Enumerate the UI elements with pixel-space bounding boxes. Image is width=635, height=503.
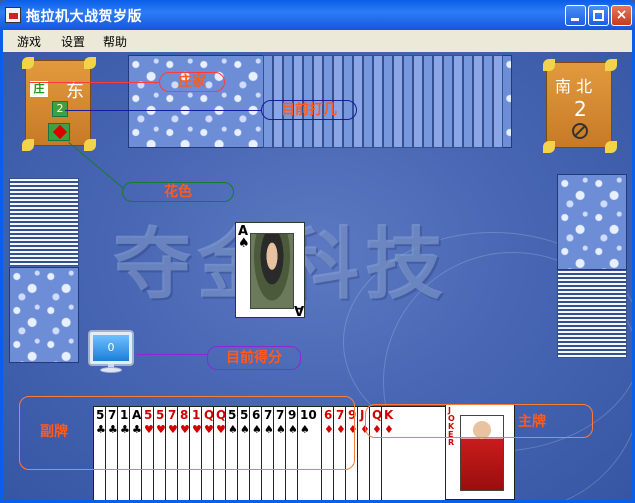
score-monitor: 0	[88, 330, 134, 366]
annotation-current-level: 目前打几	[261, 100, 357, 120]
menu-settings[interactable]: 设置	[61, 33, 85, 50]
played-card-rank-bottom: A	[294, 302, 305, 317]
corner-ornament	[605, 141, 617, 153]
corner-ornament	[605, 59, 617, 71]
card-back-edge	[473, 55, 483, 148]
card-portrait	[250, 233, 294, 309]
card-back-edge	[453, 55, 463, 148]
played-card: A ♠ A	[235, 222, 305, 318]
card-back-edge	[383, 55, 393, 148]
dealer-seat: 东	[66, 81, 84, 102]
annotation-dealer-line	[29, 82, 159, 83]
trump-suit-indicator	[48, 123, 70, 141]
current-rank: 2	[52, 101, 68, 117]
team-level: 2	[574, 97, 587, 121]
close-button[interactable]: ×	[611, 5, 632, 26]
minimize-button[interactable]	[565, 5, 586, 26]
level-info-panel: 南 北 2	[543, 59, 617, 153]
diamond-icon	[52, 124, 68, 140]
annotation-trump-cards: 主牌	[365, 404, 593, 438]
card-back-edge	[483, 55, 493, 148]
annotation-suit: 花色	[122, 182, 234, 202]
minimize-icon	[571, 18, 579, 21]
maximize-icon	[593, 10, 604, 21]
annotation-current-score: 目前得分	[207, 346, 301, 370]
annotation-side-cards: 副牌	[19, 396, 355, 470]
card-back-edge	[393, 55, 403, 148]
game-table: 夺金科技 庄 东 2 南 北 2 A ♠ A 0 5♣	[3, 52, 632, 500]
card-back-edge	[493, 55, 503, 148]
annotation-trump-cards-label: 主牌	[518, 414, 546, 430]
prohibit-icon	[572, 123, 588, 139]
corner-ornament	[22, 139, 34, 151]
menu-help[interactable]: 帮助	[103, 33, 127, 50]
east-hand-backs	[557, 174, 627, 270]
card-back-edge	[353, 55, 363, 148]
score-value: 0	[93, 335, 129, 361]
card-back-edge	[9, 262, 79, 266]
card-back-edge	[363, 55, 373, 148]
maximize-button[interactable]	[588, 5, 609, 26]
card-back-edge	[403, 55, 413, 148]
spade-icon: ♠	[238, 236, 250, 251]
annotation-score-line	[137, 354, 207, 355]
hand-card-rank: J	[360, 408, 365, 422]
annotation-side-cards-label: 副牌	[40, 424, 68, 440]
annotation-dealer: 庄家	[159, 72, 225, 92]
menu-game[interactable]: 游戏	[17, 33, 41, 50]
west-hand-backs	[9, 267, 79, 363]
app-icon	[5, 7, 21, 23]
card-back-edge	[423, 55, 433, 148]
menu-bar: 游戏 设置 帮助	[0, 30, 635, 52]
card-back-edge	[557, 354, 627, 358]
dealer-badge: 庄	[30, 81, 48, 97]
corner-ornament	[543, 141, 555, 153]
close-icon: ×	[615, 7, 628, 23]
corner-ornament	[84, 57, 96, 69]
team-seats: 南 北	[555, 77, 593, 96]
window-title: 拖拉机大战贺岁版	[26, 9, 142, 25]
card-back-edge	[373, 55, 383, 148]
card-back-edge	[463, 55, 473, 148]
card-back-edge	[433, 55, 443, 148]
card-back-edge	[443, 55, 453, 148]
monitor-base	[100, 367, 122, 373]
corner-ornament	[543, 59, 555, 71]
dealer-info-panel: 庄 东 2	[22, 57, 96, 151]
card-back-edge	[413, 55, 423, 148]
corner-ornament	[22, 57, 34, 69]
title-bar: 拖拉机大战贺岁版 ×	[0, 0, 635, 30]
annotation-level-line	[65, 110, 261, 111]
corner-ornament	[84, 139, 96, 151]
